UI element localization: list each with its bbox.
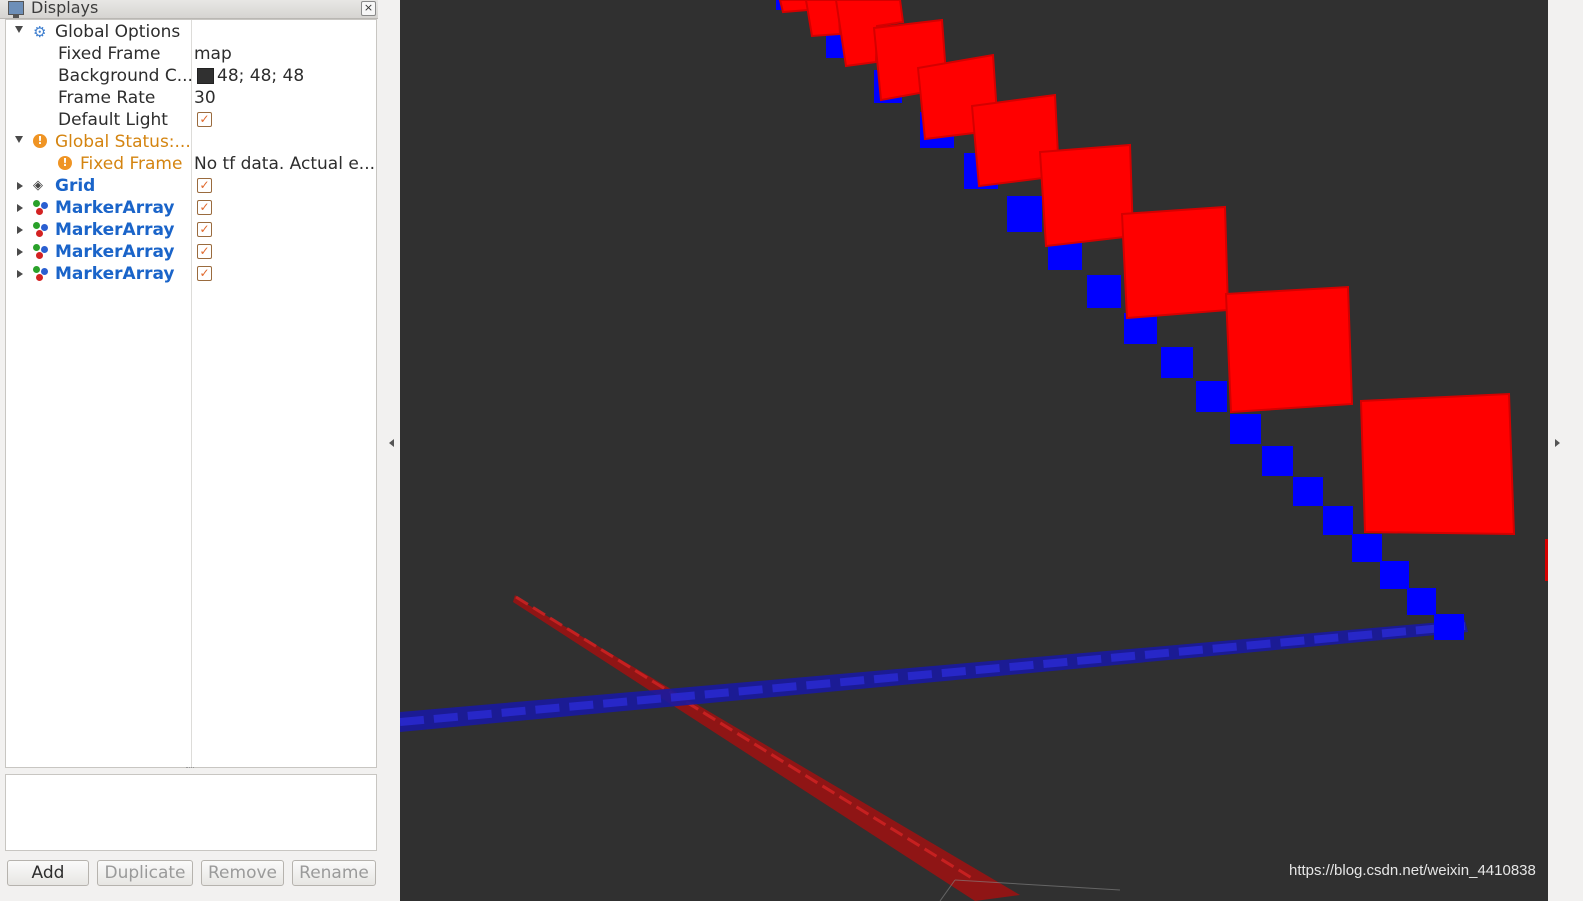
warning-icon: ! — [58, 156, 72, 170]
right-panel-handle[interactable] — [1548, 0, 1583, 901]
blue-axis-marker — [400, 620, 1468, 732]
panel-handle[interactable] — [378, 0, 400, 901]
tree-row-fixed-frame[interactable]: Fixed Frame map — [6, 43, 376, 65]
duplicate-button[interactable]: Duplicate — [97, 860, 193, 886]
blue-cube — [1262, 446, 1293, 476]
gear-icon: ⚙ — [33, 23, 47, 41]
marker-array-icon — [33, 266, 51, 282]
color-swatch[interactable] — [197, 68, 214, 84]
blue-cube — [1380, 561, 1409, 589]
tree-row-markerarray-3[interactable]: MarkerArray — [6, 241, 376, 263]
expand-arrow-icon[interactable] — [15, 136, 23, 143]
red-cube — [778, 0, 810, 14]
red-cube-markers — [778, 0, 1548, 581]
displays-titlebar: Displays × — [0, 0, 378, 19]
collapse-left-arrow-icon[interactable] — [389, 439, 394, 447]
markerarray-enabled-checkbox[interactable] — [197, 244, 212, 259]
panel-splitter[interactable] — [186, 767, 194, 772]
blue-cube — [1196, 381, 1227, 412]
tree-row-default-light[interactable]: Default Light — [6, 109, 376, 131]
collapsed-arrow-icon[interactable] — [17, 270, 23, 278]
remove-button[interactable]: Remove — [201, 860, 284, 886]
tree-row-global-options[interactable]: ⚙ Global Options — [6, 21, 376, 43]
blue-cube — [1352, 534, 1382, 562]
blue-cube — [1323, 506, 1353, 535]
tree-row-background-color[interactable]: Background C... 48; 48; 48 — [6, 65, 376, 87]
row-name: MarkerArray — [55, 242, 175, 262]
collapsed-arrow-icon[interactable] — [17, 182, 23, 190]
marker-array-icon — [33, 200, 51, 216]
tree-row-markerarray-1[interactable]: MarkerArray — [6, 197, 376, 219]
displays-tree: ⚙ Global Options Fixed Frame map Backgro… — [5, 19, 377, 768]
row-name: Global Status:... — [55, 132, 191, 152]
blue-cube — [1293, 477, 1323, 506]
blue-cube-markers — [776, 0, 1464, 640]
collapsed-arrow-icon[interactable] — [17, 248, 23, 256]
marker-array-icon — [33, 222, 51, 238]
close-panel-button[interactable]: × — [361, 1, 376, 16]
blue-cube — [1087, 275, 1121, 308]
row-name: MarkerArray — [55, 198, 175, 218]
row-name: Grid — [55, 176, 96, 196]
add-button[interactable]: Add — [7, 860, 89, 886]
red-cube — [1224, 285, 1354, 414]
row-name: Default Light — [58, 110, 168, 130]
frame-rate-value[interactable]: 30 — [194, 88, 216, 108]
rename-button[interactable]: Rename — [292, 860, 376, 886]
tree-row-frame-rate[interactable]: Frame Rate 30 — [6, 87, 376, 109]
tree-row-markerarray-2[interactable]: MarkerArray — [6, 219, 376, 241]
blue-cube — [1407, 588, 1436, 615]
row-name: MarkerArray — [55, 264, 175, 284]
tree-row-global-status[interactable]: ! Global Status:... — [6, 131, 376, 153]
blue-cube — [1434, 614, 1464, 640]
monitor-icon — [8, 1, 24, 18]
tree-row-grid[interactable]: ◈ Grid — [6, 175, 376, 197]
description-box — [5, 774, 377, 851]
markerarray-enabled-checkbox[interactable] — [197, 266, 212, 281]
displays-panel: Displays × ⚙ Global Options Fixed Frame … — [0, 0, 400, 901]
row-name: Global Options — [55, 22, 181, 42]
row-name: MarkerArray — [55, 220, 175, 240]
marker-array-icon — [33, 244, 51, 260]
tree-row-markerarray-4[interactable]: MarkerArray — [6, 263, 376, 285]
status-message: No tf data. Actual e... — [194, 154, 376, 174]
row-name: Fixed Frame — [58, 44, 161, 64]
markerarray-enabled-checkbox[interactable] — [197, 200, 212, 215]
grid-icon: ◈ — [33, 178, 43, 193]
panel-title: Displays — [31, 0, 99, 17]
tree-row-fixed-frame-status[interactable]: ! Fixed Frame No tf data. Actual e... — [6, 153, 376, 175]
scene-svg — [400, 0, 1548, 901]
collapse-right-arrow-icon[interactable] — [1555, 439, 1560, 447]
blue-cube — [1230, 414, 1261, 444]
collapsed-arrow-icon[interactable] — [17, 226, 23, 234]
grid-enabled-checkbox[interactable] — [197, 178, 212, 193]
red-cube — [1038, 143, 1135, 248]
expand-arrow-icon[interactable] — [15, 26, 23, 33]
row-name: Background C... — [58, 66, 193, 86]
watermark-text: https://blog.csdn.net/weixin_4410838 — [1289, 862, 1536, 879]
row-name: Fixed Frame — [80, 154, 183, 174]
collapsed-arrow-icon[interactable] — [17, 204, 23, 212]
fixed-frame-value[interactable]: map — [194, 44, 232, 64]
red-cube — [1120, 205, 1230, 320]
red-cube — [1359, 392, 1516, 536]
blue-cube — [1161, 347, 1193, 378]
background-color-value[interactable]: 48; 48; 48 — [217, 66, 304, 86]
markerarray-enabled-checkbox[interactable] — [197, 222, 212, 237]
render-viewport[interactable] — [400, 0, 1548, 901]
row-name: Frame Rate — [58, 88, 156, 108]
warning-icon: ! — [33, 134, 47, 148]
red-cube — [804, 0, 842, 38]
blue-cube — [1007, 196, 1042, 232]
default-light-checkbox[interactable] — [197, 112, 212, 127]
